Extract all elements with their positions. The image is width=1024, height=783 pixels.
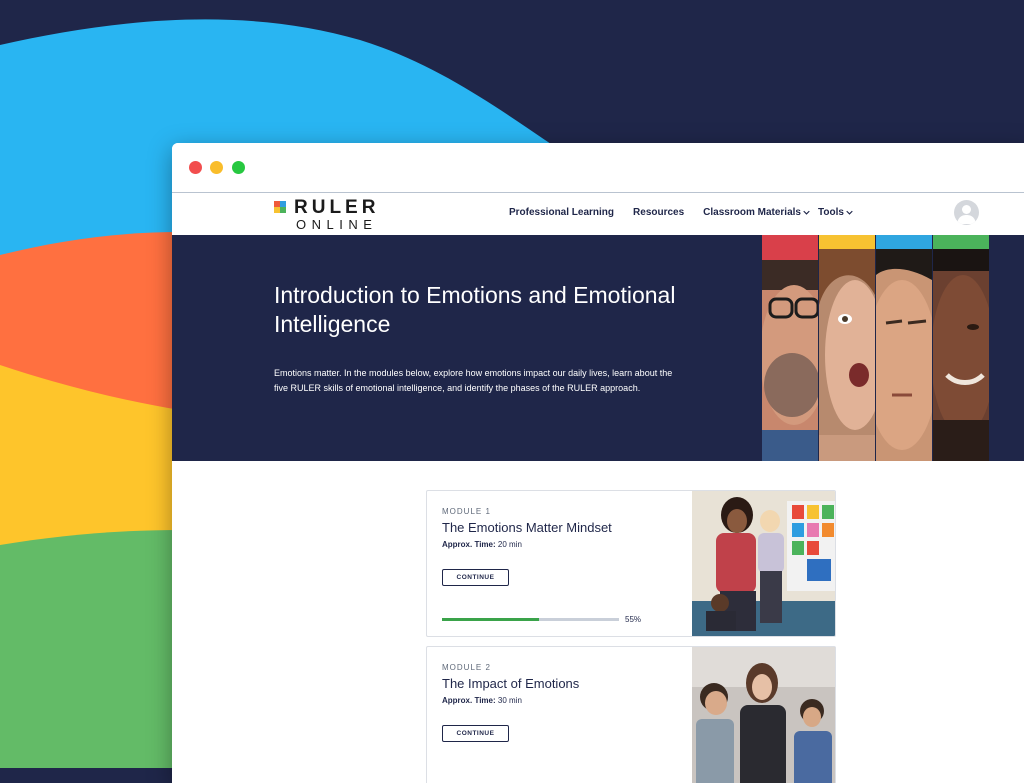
user-silhouette-icon [957,205,976,224]
hero-faces-image [762,235,989,461]
user-avatar-icon[interactable] [954,200,979,225]
face-photo-1 [762,235,818,461]
face-photo-2 [819,235,875,461]
module-label: MODULE 2 [442,663,491,672]
nav-resources[interactable]: Resources [633,207,684,218]
maximize-window-button[interactable] [232,161,245,174]
nav-classroom-materials[interactable]: Classroom Materials [703,207,810,218]
logo-mark-icon [274,201,286,213]
nav-tools-label: Tools [818,207,844,218]
hero-description: Emotions matter. In the modules below, e… [274,368,673,393]
browser-chrome [172,143,1024,193]
nav-tools[interactable]: Tools [818,207,853,218]
page-title: Introduction to Emotions and Emotional I… [274,282,676,337]
face-photo-4 [933,235,989,461]
continue-button[interactable]: CONTINUE [442,725,509,742]
minimize-window-button[interactable] [210,161,223,174]
module-title: The Emotions Matter Mindset [442,520,612,535]
chevron-down-icon [846,210,853,215]
nav-professional-learning[interactable]: Professional Learning [509,207,614,218]
module-title: The Impact of Emotions [442,676,580,691]
browser-window: RULER ONLINE Professional Learning Resou… [172,143,1024,783]
approx-time-label: Approx. Time: [442,696,496,705]
module-time: Approx. Time: 30 min [442,696,522,705]
module-2-classroom-photo [692,647,835,783]
face-photo-3 [876,235,932,461]
module-1-classroom-photo [692,491,835,636]
module-progress-bar [442,618,619,621]
module-time: Approx. Time: 20 min [442,540,522,549]
approx-time-value: 20 min [497,540,522,549]
module-label: MODULE 1 [442,507,491,516]
hero-banner: Introduction to Emotions and Emotional I… [172,235,1024,461]
wave-green [0,530,180,768]
module-progress-fill [442,618,540,621]
close-window-button[interactable] [189,161,202,174]
module-card-2[interactable]: MODULE 2 The Impact of Emotions Approx. … [426,646,836,783]
chevron-down-icon [803,210,810,215]
ruler-online-logo[interactable]: RULER ONLINE [274,197,394,232]
main-nav: Professional Learning Resources Classroo… [509,207,872,218]
approx-time-label: Approx. Time: [442,540,496,549]
site-header: RULER ONLINE Professional Learning Resou… [172,193,1024,235]
logo-word-ruler: RULER [294,197,380,218]
nav-professional-learning-label: Professional Learning [509,207,615,218]
module-card-1[interactable]: MODULE 1 The Emotions Matter Mindset App… [426,490,836,637]
continue-button[interactable]: CONTINUE [442,569,509,586]
logo-word-online: ONLINE [296,217,378,232]
nav-classroom-materials-label: Classroom Materials [703,207,801,218]
module-progress-text: 55% [625,615,642,624]
nav-resources-label: Resources [633,207,685,218]
approx-time-value: 30 min [497,696,522,705]
